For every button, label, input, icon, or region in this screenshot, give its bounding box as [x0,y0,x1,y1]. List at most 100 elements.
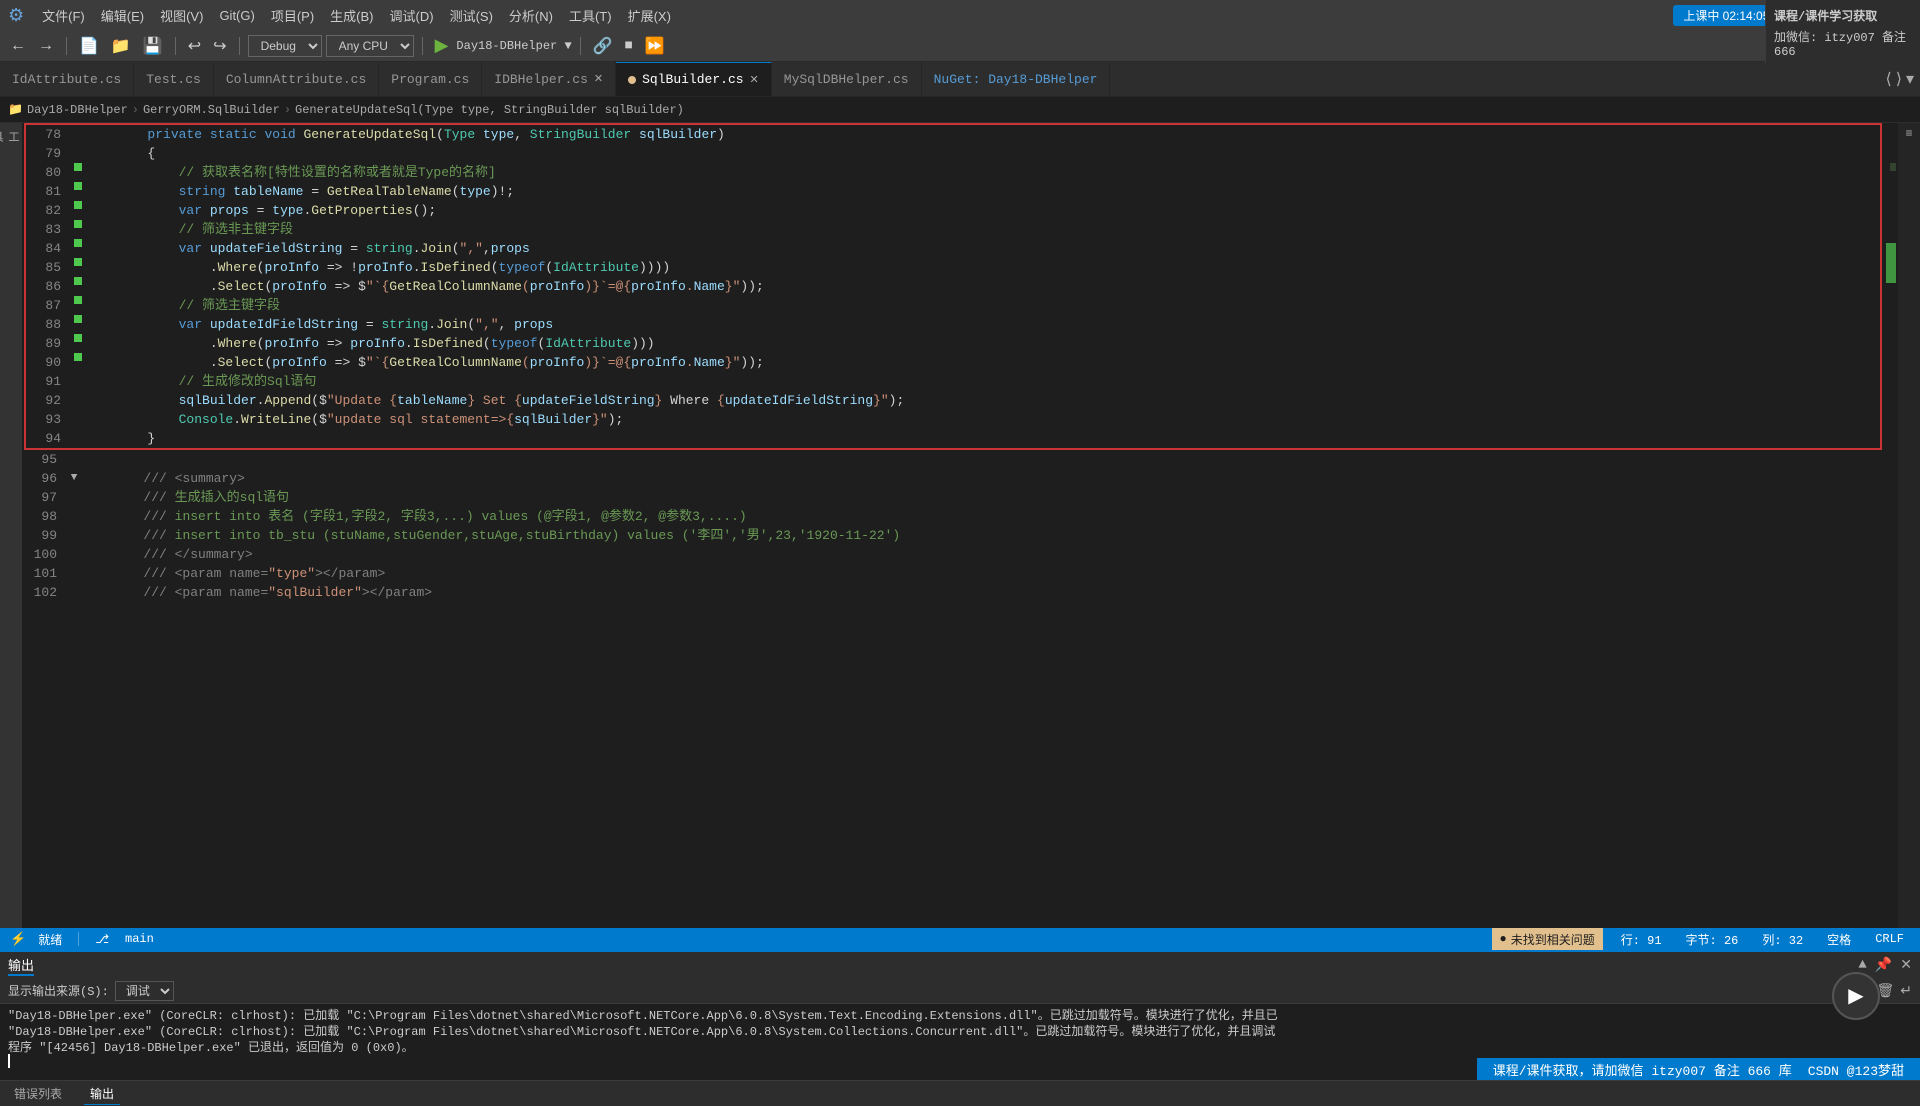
status-encoding[interactable]: CRLF [1869,932,1910,946]
tab-columnattribute[interactable]: ColumnAttribute.cs [214,62,379,96]
debug-dropdown[interactable]: Debug [248,35,322,57]
tab-sqlbuilder[interactable]: SqlBuilder.cs ✕ [616,62,772,96]
status-col[interactable]: 列: 32 [1756,931,1809,948]
warning-text: 未找到相关问题 [1511,931,1595,948]
tab-test[interactable]: Test.cs [134,62,214,96]
tab-label-idattribute: IdAttribute.cs [12,72,121,87]
table-row: 89 .Where(proInfo => proInfo.IsDefined(t… [26,334,1880,353]
code-editor[interactable]: 78 private static void GenerateUpdateSql… [22,123,1884,928]
step-over-button[interactable]: ⏩ [641,34,669,58]
tab-nuget[interactable]: NuGet: Day18-DBHelper [922,62,1111,96]
status-indent[interactable]: 空格 [1821,931,1857,948]
status-warning[interactable]: ● 未找到相关问题 [1492,928,1603,950]
menu-debug[interactable]: 调试(D) [382,4,442,27]
status-branch: main [125,932,154,946]
output-title[interactable]: 输出 [8,955,34,976]
table-row: 84 var updateFieldString = string.Join("… [26,239,1880,258]
tab-idbhelper[interactable]: IDBHelper.cs ✕ [482,62,616,96]
back-button[interactable]: ← [6,35,30,57]
bottom-tab-output[interactable]: 输出 [84,1083,120,1105]
table-row: 102 /// <param name="sqlBuilder"></param… [22,583,1884,602]
tab-dropdown[interactable]: ▾ [1906,69,1914,89]
output-wrap-btn[interactable]: ↵ [1900,982,1912,999]
output-source-dropdown[interactable]: 调试 [115,981,174,1001]
bc-project[interactable]: Day18-DBHelper [27,103,128,117]
table-row: 87 // 筛选主键字段 [26,296,1880,315]
toolbar: ← → 📄 📁 💾 ↩ ↪ Debug Any CPU ▶ Day18-DBHe… [0,30,1920,62]
menu-analyze[interactable]: 分析(N) [501,4,561,27]
breadcrumb-bar: 📁 Day18-DBHelper › GerryORM.SqlBuilder ›… [0,97,1920,123]
tab-program[interactable]: Program.cs [379,62,482,96]
right-scrollbar[interactable] [1884,123,1898,928]
tab-mysqldbhelper[interactable]: MySqlDBHelper.cs [772,62,922,96]
tab-label-test: Test.cs [146,72,201,87]
table-row: 93 Console.WriteLine($"update sql statem… [26,410,1880,429]
table-row: 86 .Select(proInfo => $"`{GetRealColumnN… [26,277,1880,296]
modified-dot [628,76,636,84]
video-button[interactable]: ▶ [1832,972,1880,1020]
toolbar-separator-2 [175,37,176,55]
bottom-tab-errors[interactable]: 错误列表 [8,1083,68,1104]
tab-scroll-left[interactable]: ⟨ [1885,69,1891,89]
tab-idattribute[interactable]: IdAttribute.cs [0,62,134,96]
menu-file[interactable]: 文件(F) [34,4,93,27]
new-file-button[interactable]: 📄 [75,34,103,58]
status-char[interactable]: 字节: 26 [1680,931,1745,948]
bc-method[interactable]: GenerateUpdateSql(Type type, StringBuild… [295,103,684,117]
output-pin-btn[interactable]: 📌 [1875,957,1892,974]
status-line[interactable]: 行: 91 [1615,931,1668,948]
menu-edit[interactable]: 编辑(E) [93,4,152,27]
tab-label-mysqldbhelper: MySqlDBHelper.cs [784,72,909,87]
table-row: 82 var props = type.GetProperties(); [26,201,1880,220]
solution-explorer-btn[interactable]: ≡ [1898,123,1920,145]
output-line-2: "Day18-DBHelper.exe" (CoreCLR: clrhost):… [8,1022,1912,1038]
promo-csdn: CSDN @123梦甜 [1808,1060,1904,1079]
menu-git[interactable]: Git(G) [211,6,262,25]
bottom-tabs: 错误列表 输出 [0,1080,1920,1106]
menu-project[interactable]: 项目(P) [263,4,322,27]
status-bar: ⚡ 就绪 ⎇ main ● 未找到相关问题 行: 91 字节: 26 列: 32… [0,928,1920,950]
redo-button[interactable]: ↪ [209,34,230,58]
table-row: 90 .Select(proInfo => $"`{GetRealColumnN… [26,353,1880,372]
status-ready-text: 就绪 [38,931,62,948]
tab-close-sqlbuilder[interactable]: ✕ [750,73,759,87]
table-row: 98 /// insert into 表名 (字段1,字段2, 字段3,...)… [22,507,1884,526]
menu-test[interactable]: 测试(S) [442,4,501,27]
main-area: 工具 78 private static void GenerateUpdate… [0,123,1920,928]
start-button[interactable]: ▶ [431,33,453,58]
tab-controls: ⟨ ⟩ ▾ [1879,62,1920,96]
tab-label-idbhelper: IDBHelper.cs [494,72,588,87]
table-row: 85 .Where(proInfo => !proInfo.IsDefined(… [26,258,1880,277]
bc-namespace[interactable]: GerryORM.SqlBuilder [143,103,280,117]
sidebar-explorer[interactable]: 工具 [2,127,20,145]
output-close-btn[interactable]: ✕ [1900,957,1912,974]
menu-extensions[interactable]: 扩展(X) [620,4,679,27]
table-row: 97 /// 生成插入的sql语句 [22,488,1884,507]
output-line-3: 程序 "[42456] Day18-DBHelper.exe" 已退出，返回值为… [8,1038,1912,1054]
forward-button[interactable]: → [34,35,58,57]
status-git-icon: ⎇ [95,932,109,947]
bc-arrow-2: › [284,103,291,117]
warning-dot: ● [1500,932,1507,946]
menu-view[interactable]: 视图(V) [152,4,211,27]
menu-tools[interactable]: 工具(T) [561,4,620,27]
scroll-thumb [1886,243,1896,283]
output-expand-btn[interactable]: ▲ [1858,957,1866,973]
undo-button[interactable]: ↩ [184,34,205,58]
table-row: 95 [22,450,1884,469]
platform-dropdown[interactable]: Any CPU [326,35,414,57]
vs-logo: ⚙ [8,5,24,26]
tab-spacer [1110,62,1879,96]
bc-project-icon: 📁 [8,102,23,117]
attach-button[interactable]: 🔗 [589,34,617,58]
promo-wechat: 加微信: itzy007 备注666 [1774,28,1912,59]
table-row: 94 } [26,429,1880,448]
menu-build[interactable]: 生成(B) [322,4,381,27]
tab-scroll-right[interactable]: ⟩ [1896,69,1902,89]
video-icon: ▶ [1848,983,1863,1009]
breakpoint-button[interactable]: ⏹ [621,35,637,57]
save-button[interactable]: 💾 [139,34,167,58]
tab-close-idbhelper[interactable]: ✕ [594,72,603,86]
open-button[interactable]: 📁 [107,34,135,58]
table-row: 92 sqlBuilder.Append($"Update {tableName… [26,391,1880,410]
